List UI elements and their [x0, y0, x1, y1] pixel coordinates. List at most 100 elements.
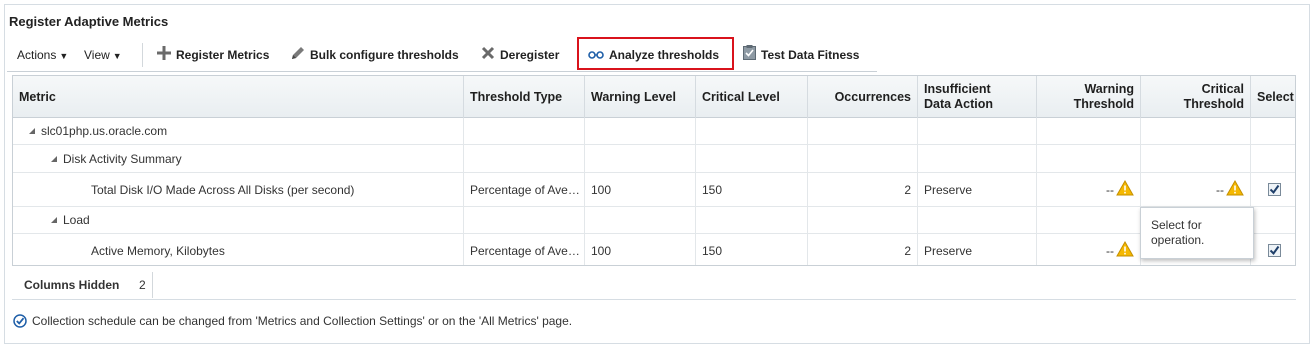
checkmark-circle-icon	[13, 314, 27, 328]
insufficient-cell	[918, 145, 1037, 172]
column-header-critical-level[interactable]: Critical Level	[696, 76, 808, 118]
select-cell	[1251, 173, 1295, 206]
tree-collapse-icon[interactable]	[51, 217, 57, 223]
column-header-insufficient-data-action[interactable]: Insufficient Data Action	[918, 76, 1037, 118]
warning-threshold-header-line2: Threshold	[1073, 97, 1134, 111]
threshold-type-cell: Percentage of Ave…	[464, 173, 585, 206]
occurrences-cell	[808, 145, 918, 172]
insufficient-header-line2: Data Action	[924, 97, 993, 111]
chevron-down-icon: ▼	[59, 50, 69, 61]
tree-collapse-icon[interactable]	[51, 155, 57, 162]
warning-threshold-value: --	[1106, 243, 1114, 258]
critical-threshold-value: --	[1216, 182, 1224, 197]
critical-threshold-cell: --	[1141, 173, 1251, 206]
warning-threshold-cell: --	[1037, 234, 1141, 265]
threshold-type-cell	[464, 145, 585, 172]
select-cell	[1251, 118, 1295, 144]
warning-threshold-value: --	[1106, 182, 1114, 197]
threshold-type-cell: Percentage of Ave…	[464, 234, 585, 265]
table-header: Metric Threshold Type Warning Level Crit…	[13, 76, 1295, 118]
occurrences-cell	[808, 118, 918, 144]
register-metrics-label: Register Metrics	[176, 48, 270, 62]
warning-icon[interactable]	[1116, 179, 1134, 199]
view-menu[interactable]: View ▼	[84, 41, 122, 69]
adaptive-metrics-table: Metric Threshold Type Warning Level Crit…	[12, 75, 1296, 266]
columns-hidden-bar: Columns Hidden 2	[12, 268, 1296, 300]
actions-menu[interactable]: Actions ▼	[17, 41, 68, 69]
critical-level-cell: 150	[696, 173, 808, 206]
insufficient-header-line1: Insufficient	[924, 82, 991, 96]
warning-threshold-header-line1: Warning	[1084, 82, 1134, 96]
column-header-critical-threshold[interactable]: Critical Threshold	[1141, 76, 1251, 118]
column-header-warning-level[interactable]: Warning Level	[585, 76, 696, 118]
select-cell	[1251, 207, 1295, 233]
warning-icon[interactable]	[1116, 240, 1134, 260]
critical-level-cell	[696, 207, 808, 233]
table-row[interactable]: Active Memory, Kilobytes Percentage of A…	[13, 234, 1295, 265]
table-row[interactable]: Load	[13, 207, 1295, 234]
select-checkbox[interactable]	[1267, 183, 1281, 196]
warning-level-cell: 100	[585, 234, 696, 265]
warning-level-cell	[585, 145, 696, 172]
test-data-fitness-label: Test Data Fitness	[761, 48, 860, 62]
group-label: Disk Activity Summary	[63, 151, 182, 166]
warning-level-cell	[585, 118, 696, 144]
column-header-occurrences[interactable]: Occurrences	[808, 76, 918, 118]
column-header-threshold-type[interactable]: Threshold Type	[464, 76, 585, 118]
actions-menu-label: Actions	[17, 48, 57, 62]
metric-cell: slc01php.us.oracle.com	[13, 118, 464, 144]
metric-cell: Disk Activity Summary	[13, 145, 464, 172]
warning-level-cell	[585, 207, 696, 233]
column-header-metric[interactable]: Metric	[13, 76, 464, 118]
clipboard-check-icon	[743, 42, 756, 70]
host-label: slc01php.us.oracle.com	[41, 124, 168, 138]
table-row[interactable]: Total Disk I/O Made Across All Disks (pe…	[13, 173, 1295, 207]
footer-divider	[152, 272, 153, 298]
occurrences-cell	[808, 207, 918, 233]
warning-threshold-cell	[1037, 118, 1141, 144]
tooltip-line1: Select for	[1151, 218, 1202, 232]
select-cell	[1251, 234, 1295, 265]
metric-cell: Total Disk I/O Made Across All Disks (pe…	[13, 173, 464, 206]
critical-threshold-cell	[1141, 145, 1251, 172]
bulk-configure-thresholds-button[interactable]: Bulk configure thresholds	[291, 41, 459, 69]
warning-icon[interactable]	[1226, 179, 1244, 199]
critical-level-cell	[696, 118, 808, 144]
column-header-warning-threshold[interactable]: Warning Threshold	[1037, 76, 1141, 118]
columns-hidden-count[interactable]: 2	[139, 278, 146, 292]
insufficient-cell	[918, 207, 1037, 233]
info-message: Collection schedule can be changed from …	[13, 314, 572, 328]
bulk-configure-thresholds-label: Bulk configure thresholds	[310, 48, 459, 62]
occurrences-cell: 2	[808, 173, 918, 206]
occurrences-cell: 2	[808, 234, 918, 265]
threshold-type-cell	[464, 207, 585, 233]
select-tooltip: Select for operation.	[1140, 207, 1254, 259]
critical-level-cell: 150	[696, 234, 808, 265]
warning-threshold-cell	[1037, 207, 1141, 233]
threshold-type-cell	[464, 118, 585, 144]
pencil-icon	[291, 42, 305, 70]
deregister-button[interactable]: Deregister	[481, 41, 559, 69]
page-title: Register Adaptive Metrics	[9, 14, 169, 29]
select-cell	[1251, 145, 1295, 172]
select-checkbox[interactable]	[1267, 244, 1281, 257]
table-row[interactable]: Disk Activity Summary	[13, 145, 1295, 173]
tree-collapse-icon[interactable]	[29, 128, 35, 134]
critical-threshold-header-line2: Threshold	[1183, 97, 1244, 111]
test-data-fitness-button[interactable]: Test Data Fitness	[743, 41, 859, 69]
checkmark-icon	[1269, 245, 1279, 256]
toolbar-divider	[142, 43, 143, 67]
table-row[interactable]: slc01php.us.oracle.com	[13, 118, 1295, 145]
tooltip-line2: operation.	[1151, 233, 1205, 247]
insufficient-cell: Preserve	[918, 173, 1037, 206]
checkmark-icon	[1269, 184, 1279, 195]
chevron-down-icon: ▼	[112, 50, 122, 61]
view-menu-label: View	[84, 48, 110, 62]
critical-threshold-header-line1: Critical	[1201, 82, 1244, 96]
plus-icon	[157, 42, 171, 70]
info-message-text: Collection schedule can be changed from …	[32, 314, 573, 328]
column-header-select[interactable]: Select	[1251, 76, 1295, 118]
register-metrics-button[interactable]: Register Metrics	[157, 41, 269, 69]
analyze-thresholds-highlight	[577, 37, 734, 70]
critical-level-cell	[696, 145, 808, 172]
